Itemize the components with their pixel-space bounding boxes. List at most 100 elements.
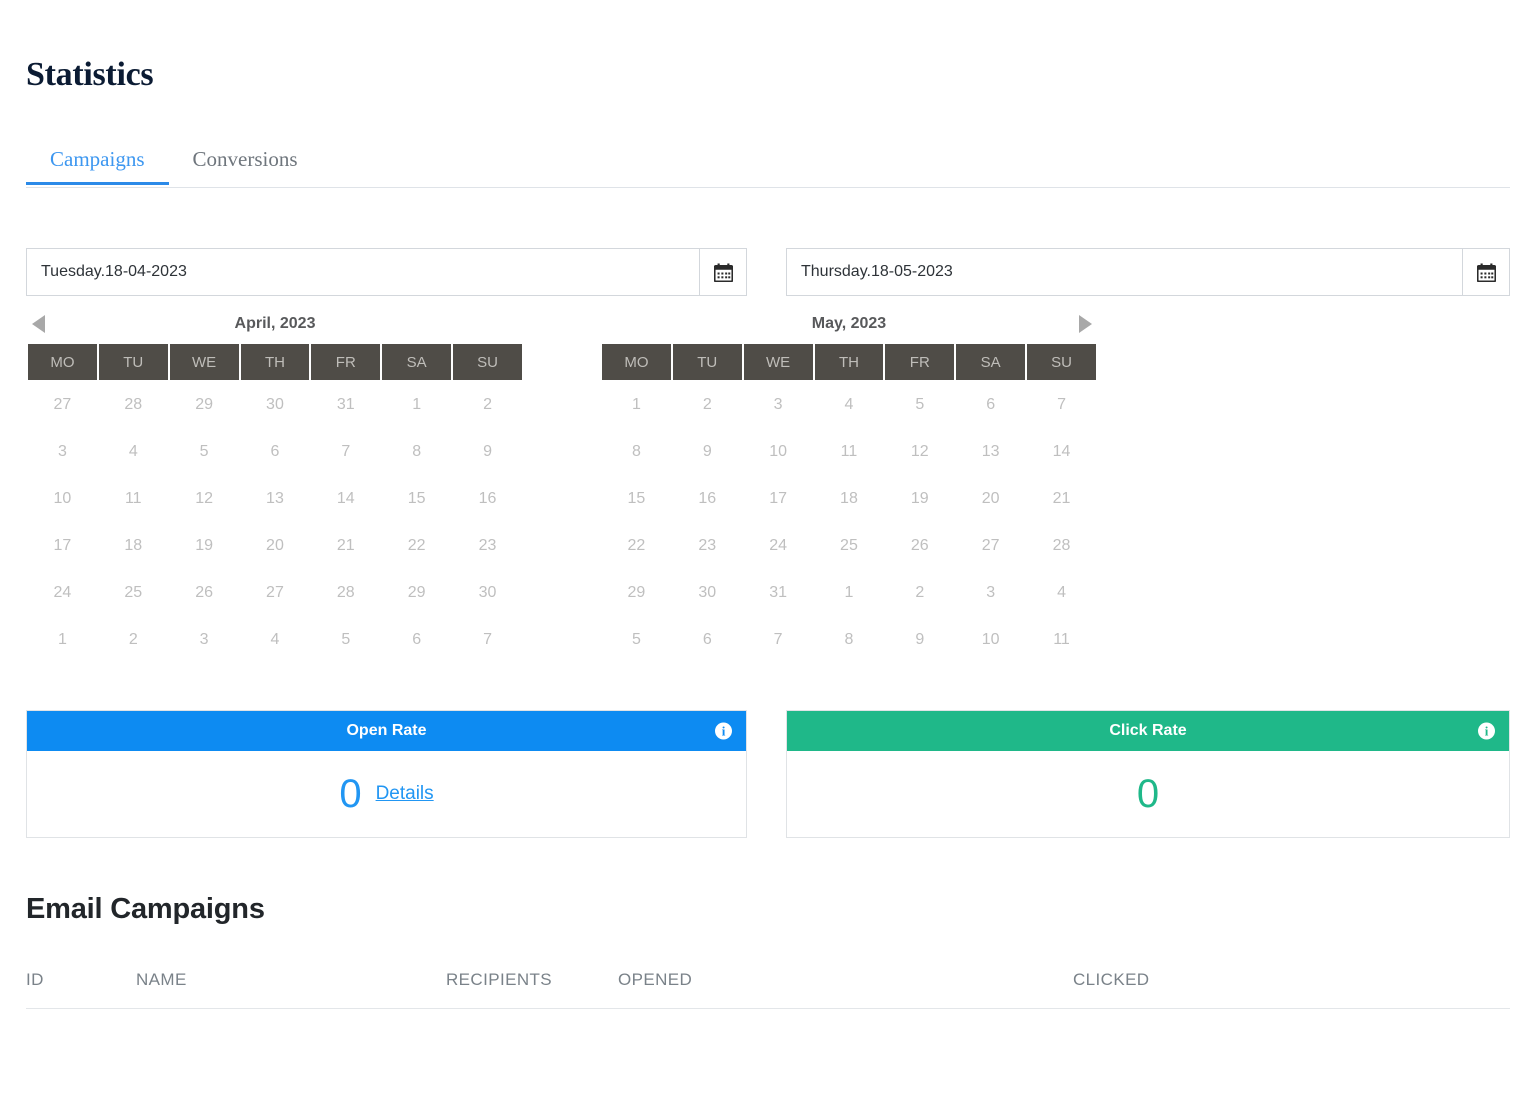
calendar-day-cell[interactable]: 15 xyxy=(381,475,452,522)
calendar-day-cell[interactable]: 10 xyxy=(27,475,98,522)
calendar-day-cell[interactable]: 28 xyxy=(98,381,169,428)
calendar-day-cell[interactable]: 12 xyxy=(884,428,955,475)
calendar-day-cell[interactable]: 22 xyxy=(601,522,672,569)
calendar-day-cell[interactable]: 22 xyxy=(381,522,452,569)
calendar-day-cell[interactable]: 2 xyxy=(98,616,169,663)
calendar-day-cell[interactable]: 2 xyxy=(672,381,743,428)
calendar-day-cell[interactable]: 8 xyxy=(601,428,672,475)
calendar-day-cell[interactable]: 23 xyxy=(672,522,743,569)
calendar-day-cell[interactable]: 1 xyxy=(814,569,885,616)
calendar-day-cell[interactable]: 16 xyxy=(672,475,743,522)
calendar-day-cell[interactable]: 3 xyxy=(743,381,814,428)
calendar-day-cell[interactable]: 16 xyxy=(452,475,523,522)
calendar-day-cell[interactable]: 31 xyxy=(310,381,381,428)
end-date-calendar-button[interactable] xyxy=(1462,248,1510,296)
calendar-prev-month-arrow[interactable] xyxy=(32,315,45,333)
calendar-day-cell[interactable]: 17 xyxy=(27,522,98,569)
calendar-day-cell[interactable]: 30 xyxy=(452,569,523,616)
calendar-day-cell[interactable]: 3 xyxy=(169,616,240,663)
calendar-day-cell[interactable]: 23 xyxy=(452,522,523,569)
calendar-day-cell[interactable]: 9 xyxy=(672,428,743,475)
calendar-day-cell[interactable]: 29 xyxy=(381,569,452,616)
calendar-day-cell[interactable]: 4 xyxy=(98,428,169,475)
click-rate-card-header: Click Rate i xyxy=(787,711,1509,751)
calendar-day-cell[interactable]: 5 xyxy=(884,381,955,428)
calendar-day-cell[interactable]: 13 xyxy=(240,475,311,522)
calendar-day-cell[interactable]: 31 xyxy=(743,569,814,616)
calendar-day-cell[interactable]: 6 xyxy=(240,428,311,475)
calendar-day-cell[interactable]: 11 xyxy=(1026,616,1097,663)
calendar-day-cell[interactable]: 21 xyxy=(1026,475,1097,522)
calendar-day-cell[interactable]: 27 xyxy=(27,381,98,428)
calendar-day-cell[interactable]: 29 xyxy=(601,569,672,616)
calendar-day-cell[interactable]: 24 xyxy=(27,569,98,616)
start-date-input[interactable] xyxy=(26,248,699,296)
calendar-day-cell[interactable]: 10 xyxy=(743,428,814,475)
calendar-day-cell[interactable]: 9 xyxy=(884,616,955,663)
calendar-day-cell[interactable]: 4 xyxy=(814,381,885,428)
tab-conversions[interactable]: Conversions xyxy=(169,145,322,185)
calendar-day-cell[interactable]: 15 xyxy=(601,475,672,522)
calendar-day-cell[interactable]: 10 xyxy=(955,616,1026,663)
calendar-day-cell[interactable]: 8 xyxy=(814,616,885,663)
end-date-field xyxy=(786,248,1510,296)
start-date-calendar-button[interactable] xyxy=(699,248,747,296)
calendar-day-cell[interactable]: 12 xyxy=(169,475,240,522)
calendar-day-cell[interactable]: 18 xyxy=(814,475,885,522)
calendar-day-cell[interactable]: 11 xyxy=(814,428,885,475)
calendar-day-cell[interactable]: 21 xyxy=(310,522,381,569)
calendar-may: May, 2023 MO TU WE TH FR SA SU 123456789… xyxy=(600,306,1098,664)
calendar-day-cell[interactable]: 14 xyxy=(310,475,381,522)
calendar-day-cell[interactable]: 3 xyxy=(27,428,98,475)
info-icon[interactable]: i xyxy=(715,723,732,740)
open-rate-details-link[interactable]: Details xyxy=(376,783,434,805)
calendar-day-cell[interactable]: 27 xyxy=(240,569,311,616)
calendar-day-cell[interactable]: 1 xyxy=(27,616,98,663)
calendar-day-cell[interactable]: 17 xyxy=(743,475,814,522)
open-rate-value: 0 xyxy=(339,774,361,814)
calendar-day-cell[interactable]: 27 xyxy=(955,522,1026,569)
calendar-day-cell[interactable]: 6 xyxy=(672,616,743,663)
calendar-day-cell[interactable]: 7 xyxy=(310,428,381,475)
calendar-day-cell[interactable]: 30 xyxy=(672,569,743,616)
calendar-day-cell[interactable]: 26 xyxy=(169,569,240,616)
calendar-day-cell[interactable]: 7 xyxy=(452,616,523,663)
weekday-fr: FR xyxy=(884,343,955,381)
calendar-day-cell[interactable]: 14 xyxy=(1026,428,1097,475)
calendar-next-month-arrow[interactable] xyxy=(1079,315,1092,333)
info-icon[interactable]: i xyxy=(1478,723,1495,740)
calendar-day-cell[interactable]: 19 xyxy=(884,475,955,522)
calendar-day-cell[interactable]: 2 xyxy=(884,569,955,616)
calendar-day-cell[interactable]: 26 xyxy=(884,522,955,569)
calendar-day-cell[interactable]: 5 xyxy=(310,616,381,663)
calendar-day-cell[interactable]: 4 xyxy=(240,616,311,663)
calendar-day-cell[interactable]: 24 xyxy=(743,522,814,569)
calendar-day-cell[interactable]: 8 xyxy=(381,428,452,475)
end-date-input[interactable] xyxy=(786,248,1462,296)
calendar-day-cell[interactable]: 2 xyxy=(452,381,523,428)
calendar-day-cell[interactable]: 1 xyxy=(601,381,672,428)
calendar-day-cell[interactable]: 6 xyxy=(955,381,1026,428)
calendar-day-cell[interactable]: 9 xyxy=(452,428,523,475)
calendar-day-cell[interactable]: 19 xyxy=(169,522,240,569)
calendar-day-cell[interactable]: 25 xyxy=(814,522,885,569)
tab-campaigns[interactable]: Campaigns xyxy=(26,145,169,185)
calendar-day-cell[interactable]: 28 xyxy=(1026,522,1097,569)
calendar-day-cell[interactable]: 4 xyxy=(1026,569,1097,616)
calendar-day-cell[interactable]: 7 xyxy=(743,616,814,663)
calendar-day-cell[interactable]: 3 xyxy=(955,569,1026,616)
calendar-day-cell[interactable]: 20 xyxy=(955,475,1026,522)
calendar-day-cell[interactable]: 20 xyxy=(240,522,311,569)
calendar-day-cell[interactable]: 28 xyxy=(310,569,381,616)
calendar-day-cell[interactable]: 18 xyxy=(98,522,169,569)
calendar-day-cell[interactable]: 11 xyxy=(98,475,169,522)
calendar-day-cell[interactable]: 1 xyxy=(381,381,452,428)
calendar-day-cell[interactable]: 29 xyxy=(169,381,240,428)
calendar-day-cell[interactable]: 30 xyxy=(240,381,311,428)
calendar-day-cell[interactable]: 6 xyxy=(381,616,452,663)
calendar-day-cell[interactable]: 5 xyxy=(601,616,672,663)
calendar-day-cell[interactable]: 5 xyxy=(169,428,240,475)
calendar-day-cell[interactable]: 7 xyxy=(1026,381,1097,428)
calendar-day-cell[interactable]: 13 xyxy=(955,428,1026,475)
calendar-day-cell[interactable]: 25 xyxy=(98,569,169,616)
